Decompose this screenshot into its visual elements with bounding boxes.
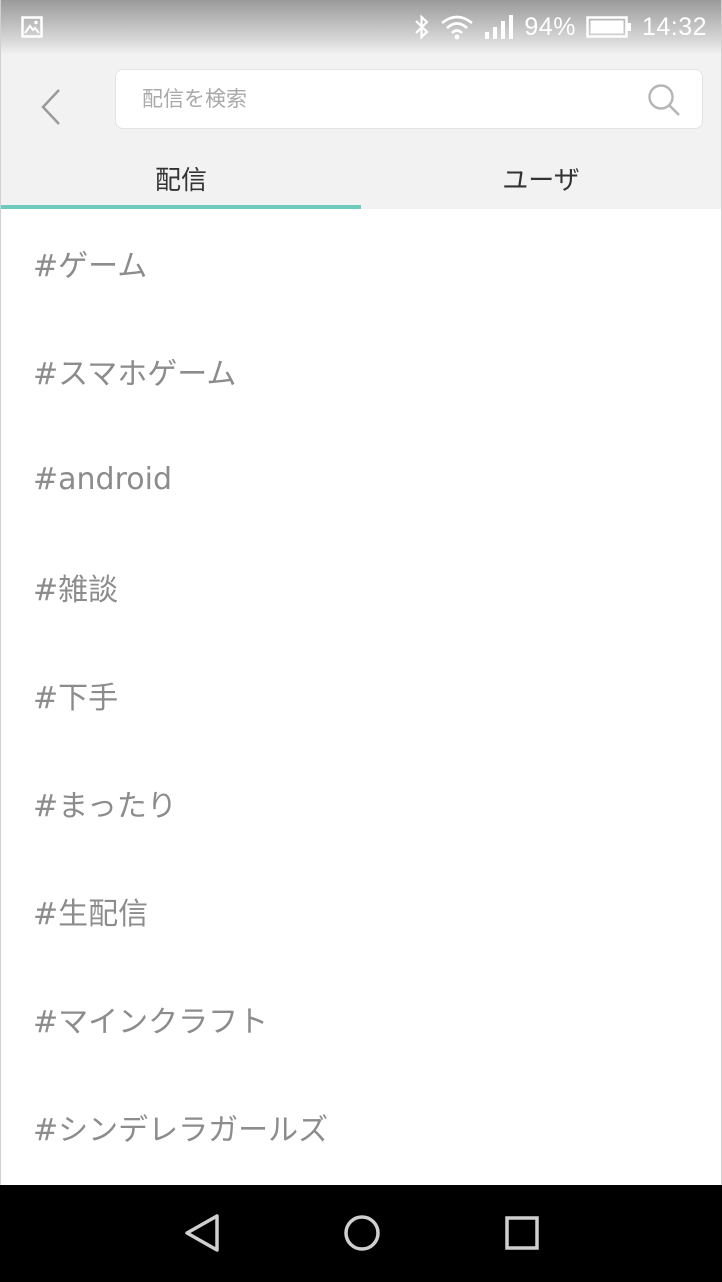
navigation-bar — [0, 1185, 722, 1282]
back-button[interactable] — [29, 82, 73, 136]
tag-list-item[interactable]: #スマホゲーム — [1, 317, 721, 425]
tag-label: #シンデレラガールズ — [33, 1113, 329, 1148]
battery-percent: 94% — [524, 12, 576, 41]
square-recents-icon — [504, 1215, 540, 1255]
search-box[interactable] — [115, 69, 703, 129]
tag-label: #ゲーム — [33, 249, 148, 284]
tag-label: #まったり — [33, 789, 177, 824]
nav-back-button[interactable] — [178, 1211, 226, 1259]
gallery-icon — [21, 16, 43, 38]
battery-icon — [586, 15, 632, 39]
circle-home-icon — [342, 1213, 382, 1257]
tab-broadcasts[interactable]: 配信 — [1, 152, 361, 209]
signal-icon — [484, 14, 514, 40]
tab-bar: 配信 ユーザ — [1, 152, 721, 209]
status-time: 14:32 — [641, 12, 707, 41]
tag-label: #下手 — [33, 681, 119, 716]
wifi-icon — [440, 14, 474, 40]
tag-list-item[interactable]: #シンデレラガールズ — [1, 1073, 721, 1181]
tag-list-item[interactable]: #マインクラフト — [1, 965, 721, 1073]
tag-list-item[interactable]: #android — [1, 425, 721, 533]
status-bar: 94% 14:32 — [1, 0, 721, 54]
nav-recents-button[interactable] — [498, 1211, 546, 1259]
tab-broadcasts-label: 配信 — [154, 166, 207, 196]
tag-list-item[interactable]: #ゲーム — [1, 209, 721, 317]
tag-list-item[interactable]: #生配信 — [1, 857, 721, 965]
nav-home-button[interactable] — [338, 1211, 386, 1259]
screen: 94% 14:32 配信を検索 配信 ユーザ #ゲーム #スマホゲーム #and… — [0, 0, 722, 1282]
tag-list-item[interactable]: #雑談 — [1, 533, 721, 641]
triangle-back-icon — [182, 1212, 222, 1258]
search-input[interactable] — [142, 80, 622, 118]
tab-users[interactable]: ユーザ — [361, 152, 721, 209]
tag-list: #ゲーム #スマホゲーム #android #雑談 #下手 #まったり #生配信… — [1, 209, 721, 1185]
bluetooth-icon — [414, 14, 430, 40]
tag-label: #スマホゲーム — [33, 357, 237, 392]
search-icon[interactable] — [646, 82, 682, 118]
tag-label: #android — [33, 461, 172, 497]
tag-list-item[interactable]: #まったり — [1, 749, 721, 857]
chevron-left-icon — [39, 87, 63, 131]
tag-label: #雑談 — [33, 573, 119, 608]
tag-label: #マインクラフト — [33, 1005, 269, 1040]
tag-list-item[interactable]: #下手 — [1, 641, 721, 749]
tab-users-label: ユーザ — [502, 166, 580, 196]
tag-label: #生配信 — [33, 897, 149, 932]
search-header: 配信 ユーザ — [1, 54, 721, 209]
status-right: 94% 14:32 — [414, 10, 707, 44]
